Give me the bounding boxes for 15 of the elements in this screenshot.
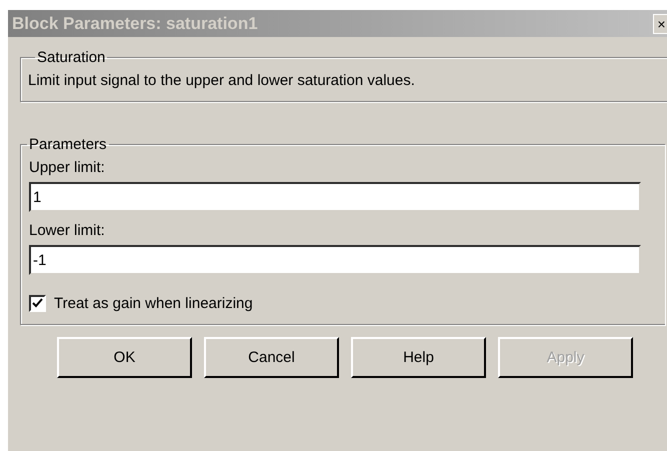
field-label: Lower limit: [29, 222, 106, 239]
input-field[interactable]: 1 [29, 182, 641, 212]
description-text: Limit input signal to the upper and lower saturation values. [28, 72, 416, 89]
check-icon [32, 298, 43, 309]
dialog-button[interactable]: Cancel [204, 337, 339, 378]
group-title: Parameters [28, 136, 108, 153]
checkbox[interactable] [29, 295, 46, 312]
close-button[interactable]: × [653, 14, 667, 34]
field-label: Upper limit: [29, 159, 106, 176]
dialog-button[interactable]: OK [57, 337, 192, 378]
window-title: Block Parameters: saturation1 [12, 14, 258, 34]
checkbox-label: Treat as gain when linearizing [54, 295, 253, 312]
input-field[interactable]: -1 [29, 245, 641, 275]
group-title: Saturation [36, 49, 106, 66]
dialog-button[interactable]: Help [351, 337, 486, 378]
